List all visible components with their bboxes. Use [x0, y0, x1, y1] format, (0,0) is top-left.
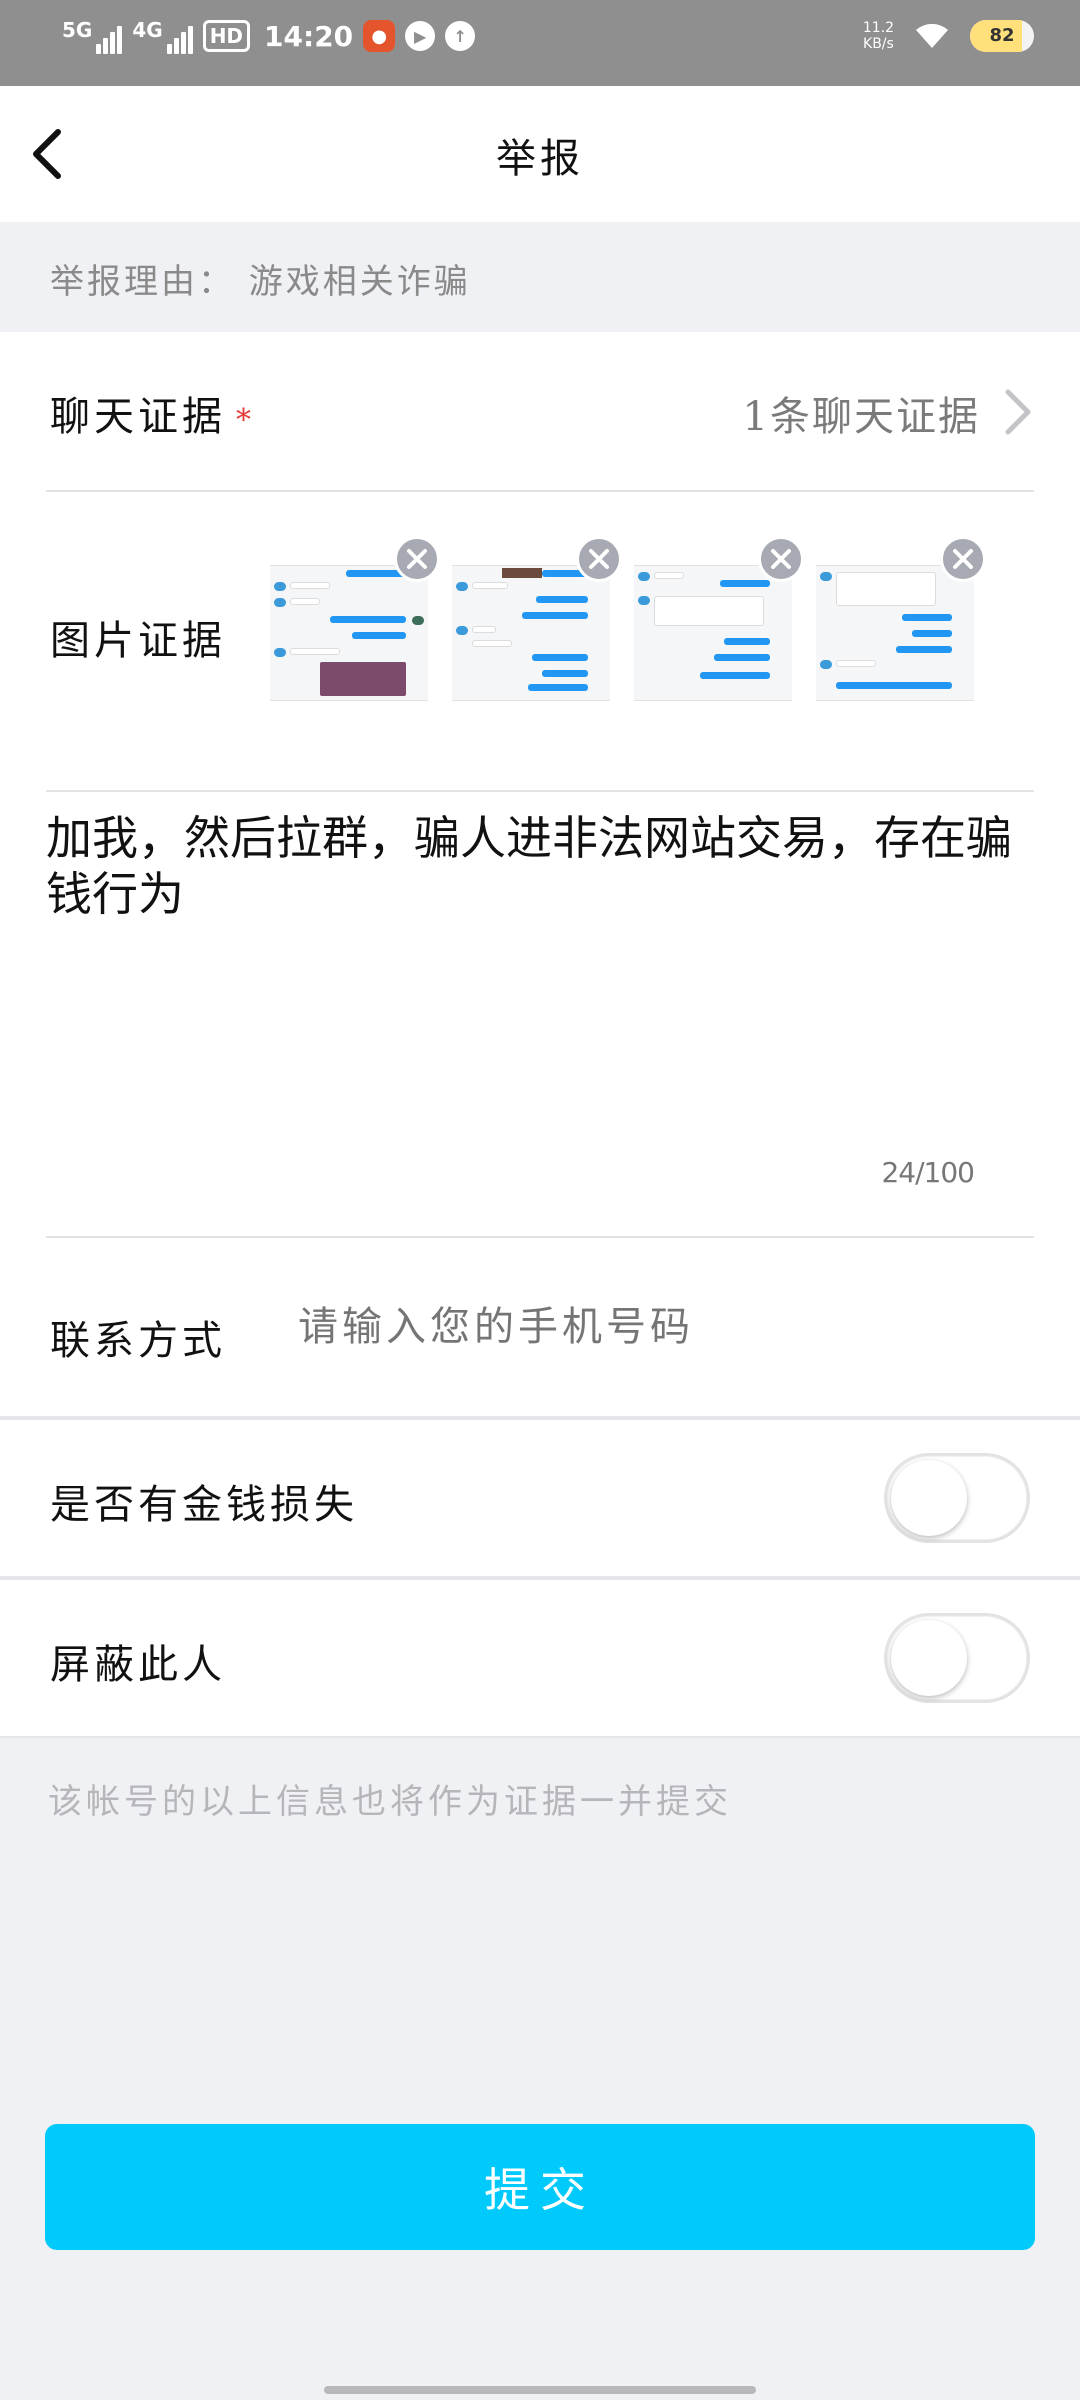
status-bar-left: 5G 4G HD 14:20 ● ▶ ↑: [62, 18, 476, 54]
status-time: 14:20: [264, 19, 354, 53]
evidence-image[interactable]: [270, 536, 440, 712]
status-bar-right: 11.2 KB/s 82: [863, 20, 1034, 52]
money-loss-toggle[interactable]: [884, 1453, 1030, 1543]
chat-evidence-value: 1条聊天证据: [742, 394, 980, 440]
money-loss-row: 是否有金钱损失: [0, 1420, 1080, 1576]
close-icon: [589, 549, 609, 569]
evidence-image[interactable]: [816, 536, 986, 712]
chat-evidence-label: 聊天证据: [50, 394, 226, 440]
network-speed: 11.2 KB/s: [862, 20, 894, 52]
block-user-label: 屏蔽此人: [50, 1642, 226, 1688]
page-title: 举报: [496, 136, 584, 182]
money-loss-label: 是否有金钱损失: [50, 1482, 358, 1528]
toggle-knob: [891, 1460, 967, 1536]
remove-image-button[interactable]: [576, 536, 622, 582]
divider: [46, 1236, 1034, 1238]
battery-icon: 82: [970, 20, 1034, 52]
report-reason: 举报理由： 游戏相关诈骗: [0, 222, 1080, 332]
play-notification-icon: ▶: [405, 21, 436, 51]
chat-evidence-row[interactable]: 聊天证据 * 1条聊天证据: [0, 332, 1080, 490]
char-counter: 24/100: [881, 1156, 975, 1189]
evidence-image[interactable]: [452, 536, 622, 712]
divider: [0, 1736, 1080, 1738]
divider: [46, 490, 1034, 492]
home-indicator[interactable]: [324, 2386, 756, 2394]
remove-image-button[interactable]: [394, 536, 440, 582]
close-icon: [407, 549, 427, 569]
block-user-row: 屏蔽此人: [0, 1580, 1080, 1736]
block-user-toggle[interactable]: [884, 1613, 1030, 1703]
app-notification-icon: ●: [363, 20, 396, 52]
required-mark: *: [236, 402, 255, 438]
phone-input[interactable]: [298, 1304, 998, 1350]
battery-level: 82: [989, 25, 1015, 46]
image-evidence-list: [270, 536, 986, 712]
close-icon: [771, 549, 791, 569]
chevron-right-icon: [1005, 389, 1031, 435]
remove-image-button[interactable]: [758, 536, 804, 582]
remove-image-button[interactable]: [940, 536, 986, 582]
description-textarea[interactable]: 加我，然后拉群，骗人进非法网站交易，存在骗钱行为: [46, 810, 1036, 1050]
wifi-icon: [916, 23, 948, 48]
report-reason-text: 举报理由： 游戏相关诈骗: [50, 262, 471, 302]
image-evidence-label: 图片证据: [50, 618, 226, 664]
submit-button[interactable]: 提交: [45, 2124, 1035, 2250]
toggle-knob: [891, 1620, 967, 1696]
evidence-card: 聊天证据 * 1条聊天证据 图片证据 加我，然后拉群，骗人进非法网站交易，存在骗…: [0, 332, 1080, 1418]
signal-4g-icon: 4G: [132, 18, 193, 54]
hd-badge: HD: [202, 20, 251, 52]
divider: [46, 790, 1034, 792]
close-icon: [953, 549, 973, 569]
evidence-note: 该帐号的以上信息也将作为证据一并提交: [48, 1782, 732, 1822]
status-bar: 5G 4G HD 14:20 ● ▶ ↑ 11.2 KB/s 82: [0, 0, 1080, 86]
evidence-image[interactable]: [634, 536, 804, 712]
nav-bar: 举报: [0, 86, 1080, 222]
upload-notification-icon: ↑: [445, 21, 476, 51]
contact-label: 联系方式: [50, 1318, 226, 1364]
signal-5g-icon: 5G: [62, 18, 123, 54]
